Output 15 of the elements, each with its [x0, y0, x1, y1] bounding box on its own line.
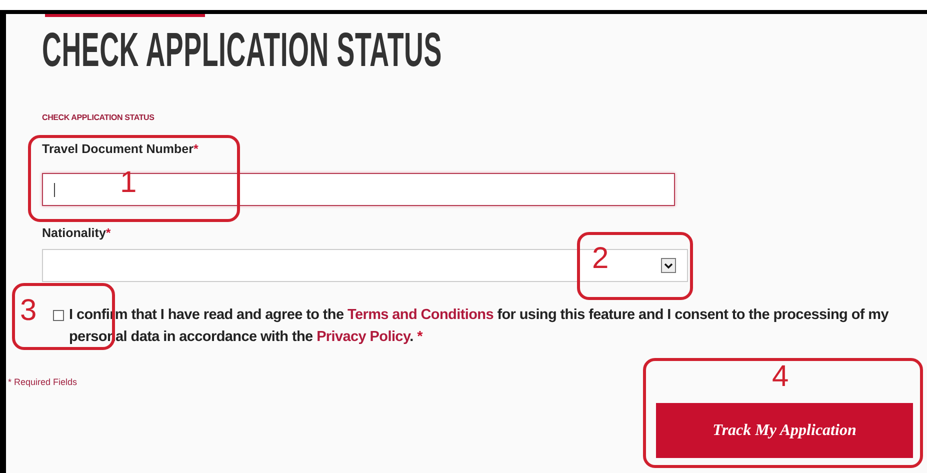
travel-document-field[interactable]	[42, 173, 675, 206]
annotation-number: 3	[20, 296, 37, 326]
annotation-number: 2	[592, 244, 609, 274]
policy-link[interactable]: Privacy Policy	[316, 329, 410, 345]
field-label: Nationality*	[42, 226, 111, 241]
annotation-number: 1	[120, 168, 137, 198]
text-cursor	[54, 182, 55, 196]
required-fields-note: * Required Fields	[8, 377, 78, 387]
annotation-number: 4	[772, 362, 789, 392]
track-application-button[interactable]: Track My Application	[656, 403, 913, 458]
policy-link[interactable]: Terms and Conditions	[347, 307, 494, 323]
field-label: Travel Document Number*	[42, 142, 198, 157]
page-title: CHECK APPLICATION STATUS	[42, 23, 442, 79]
section-label: CHECK APPLICATION STATUS	[42, 113, 156, 122]
consent-checkbox[interactable]	[53, 310, 64, 321]
